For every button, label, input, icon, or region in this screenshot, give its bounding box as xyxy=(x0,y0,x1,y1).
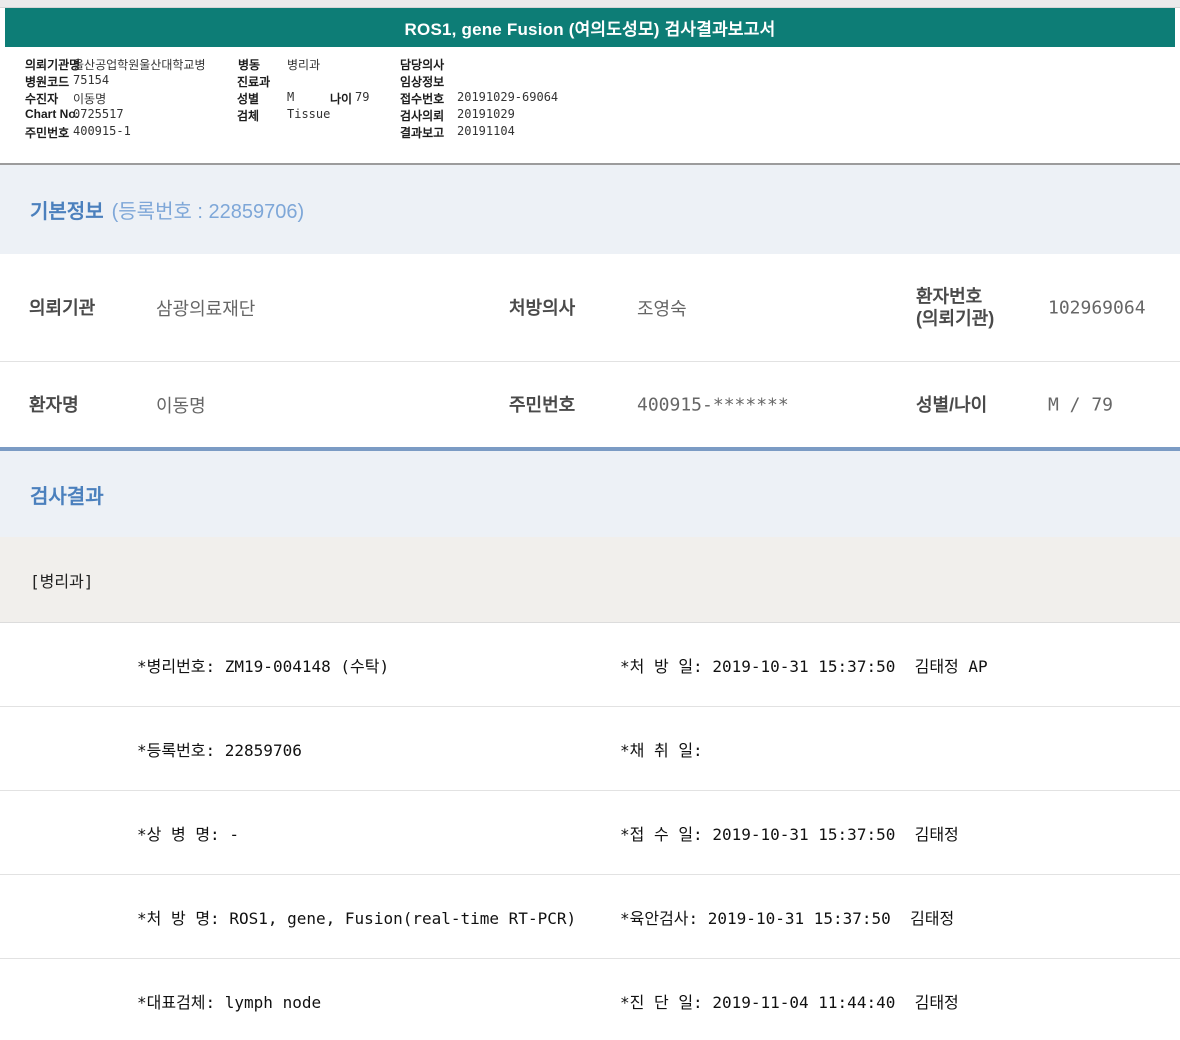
basic-info-row-1: 의뢰기관 삼광의료재단 처방의사 조영숙 환자번호 (의뢰기관) 10296906… xyxy=(0,254,1180,362)
registration-no-text: *등록번호: 22859706 xyxy=(137,740,302,760)
receipt-no-label: 접수번호 xyxy=(400,92,445,106)
department-bar: [병리과] xyxy=(0,537,1180,623)
sex-age-value: M / 79 xyxy=(1048,394,1114,415)
result-row-representative-specimen: *대표검체: lymph node *진 단 일: 2019-11-04 11:… xyxy=(0,959,1180,1040)
org-name-label: 의뢰기관명 xyxy=(25,58,81,72)
sex-label: 성별 xyxy=(237,92,260,106)
disease-name-text: *상 병 명: - xyxy=(137,824,239,844)
patient-no-label: 환자번호 (의뢰기관) xyxy=(916,286,995,329)
org-name-value: 울산공업학원울산대학교병 xyxy=(73,58,206,72)
order-date-label: 검사의뢰 xyxy=(400,109,445,123)
chart-no-label: Chart No. xyxy=(25,107,79,121)
prescription-date-text: *처 방 일: 2019-10-31 15:37:50 김태정 AP xyxy=(620,656,988,676)
order-header-row: Chart No. 0725517 검체 Tissue 검사의뢰 2019102… xyxy=(0,107,1180,124)
results-title: 검사결과 xyxy=(30,485,104,508)
result-row-registration-no: *등록번호: 22859706 *채 취 일: xyxy=(0,707,1180,791)
basic-info-section-header: 기본정보 (등록번호 : 22859706) xyxy=(0,163,1180,254)
prescribing-doctor-value: 조영숙 xyxy=(637,298,687,320)
report-title-bar: ROS1, gene Fusion (여의도성모) 검사결과보고서 xyxy=(5,8,1175,47)
prescription-name-text: *처 방 명: ROS1, gene, Fusion(real-time RT-… xyxy=(137,908,577,928)
result-row-diagnosis-name: *상 병 명: - *접 수 일: 2019-10-31 15:37:50 김태… xyxy=(0,791,1180,875)
basic-info-title: 기본정보 xyxy=(30,201,104,223)
age-label: 나이 xyxy=(330,92,353,106)
results-section-header: 검사결과 xyxy=(0,447,1180,537)
resident-no-label: 주민번호 xyxy=(25,126,70,140)
clinical-info-label: 임상정보 xyxy=(400,75,445,89)
pathology-no-text: *병리번호: ZM19-004148 (수탁) xyxy=(137,656,390,676)
department-name: [병리과] xyxy=(30,571,94,591)
resident-reg-no-value: 400915-******* xyxy=(637,394,789,415)
top-strip xyxy=(0,0,1180,8)
ward-value: 병리과 xyxy=(287,58,321,72)
resident-no-value: 400915-1 xyxy=(73,124,131,138)
order-header-row: 수진자 이동명 성별 M 나이 79 접수번호 20191029-69064 xyxy=(0,90,1180,107)
order-header: 의뢰기관명 울산공업학원울산대학교병 병동 병리과 담당의사 병원코드 7515… xyxy=(0,47,1180,163)
result-row-pathology-no: *병리번호: ZM19-004148 (수탁) *처 방 일: 2019-10-… xyxy=(0,623,1180,707)
order-date-value: 20191029 xyxy=(457,107,515,121)
chart-no-value: 0725517 xyxy=(73,107,124,121)
diagnosis-date-text: *진 단 일: 2019-11-04 11:44:40 김태정 xyxy=(620,992,959,1012)
ward-label: 병동 xyxy=(238,58,261,72)
hospital-code-value: 75154 xyxy=(73,73,110,87)
receipt-date-text: *접 수 일: 2019-10-31 15:37:50 김태정 xyxy=(620,824,959,844)
sex-age-label: 성별/나이 xyxy=(916,394,988,415)
result-row-prescription-name: *처 방 명: ROS1, gene, Fusion(real-time RT-… xyxy=(0,875,1180,959)
patient-value: 이동명 xyxy=(73,92,107,106)
attending-doctor-label: 담당의사 xyxy=(400,58,445,72)
patient-label: 수진자 xyxy=(25,92,59,106)
clinic-dept-label: 진료과 xyxy=(237,75,271,89)
gross-exam-date-text: *육안검사: 2019-10-31 15:37:50 김태정 xyxy=(620,908,955,928)
requesting-org-label: 의뢰기관 xyxy=(29,297,96,318)
patient-name-label: 환자명 xyxy=(29,394,79,415)
sex-value: M xyxy=(287,90,295,104)
basic-info-row-2: 환자명 이동명 주민번호 400915-******* 성별/나이 M / 79 xyxy=(0,362,1180,447)
collection-date-text: *채 취 일: xyxy=(620,740,703,760)
basic-info-registration-no: (등록번호 : 22859706) xyxy=(111,201,305,223)
prescribing-doctor-label: 처방의사 xyxy=(509,297,576,318)
patient-no-value: 102969064 xyxy=(1048,297,1146,318)
age-value: 79 xyxy=(355,90,370,104)
representative-specimen-text: *대표검체: lymph node xyxy=(137,992,322,1012)
report-page: ROS1, gene Fusion (여의도성모) 검사결과보고서 의뢰기관명 … xyxy=(0,0,1180,1040)
patient-name-value: 이동명 xyxy=(156,395,206,417)
receipt-no-value: 20191029-69064 xyxy=(457,90,559,104)
requesting-org-value: 삼광의료재단 xyxy=(156,298,256,320)
hospital-code-label: 병원코드 xyxy=(25,75,70,89)
specimen-label: 검체 xyxy=(237,109,260,123)
report-title: ROS1, gene Fusion (여의도성모) 검사결과보고서 xyxy=(404,20,776,39)
order-header-row: 의뢰기관명 울산공업학원울산대학교병 병동 병리과 담당의사 xyxy=(0,56,1180,73)
report-date-label: 결과보고 xyxy=(400,126,445,140)
specimen-value: Tissue xyxy=(287,107,331,121)
report-date-value: 20191104 xyxy=(457,124,515,138)
order-header-row: 병원코드 75154 진료과 임상정보 xyxy=(0,73,1180,90)
order-header-row: 주민번호 400915-1 결과보고 20191104 xyxy=(0,124,1180,141)
resident-reg-no-label: 주민번호 xyxy=(509,394,576,415)
